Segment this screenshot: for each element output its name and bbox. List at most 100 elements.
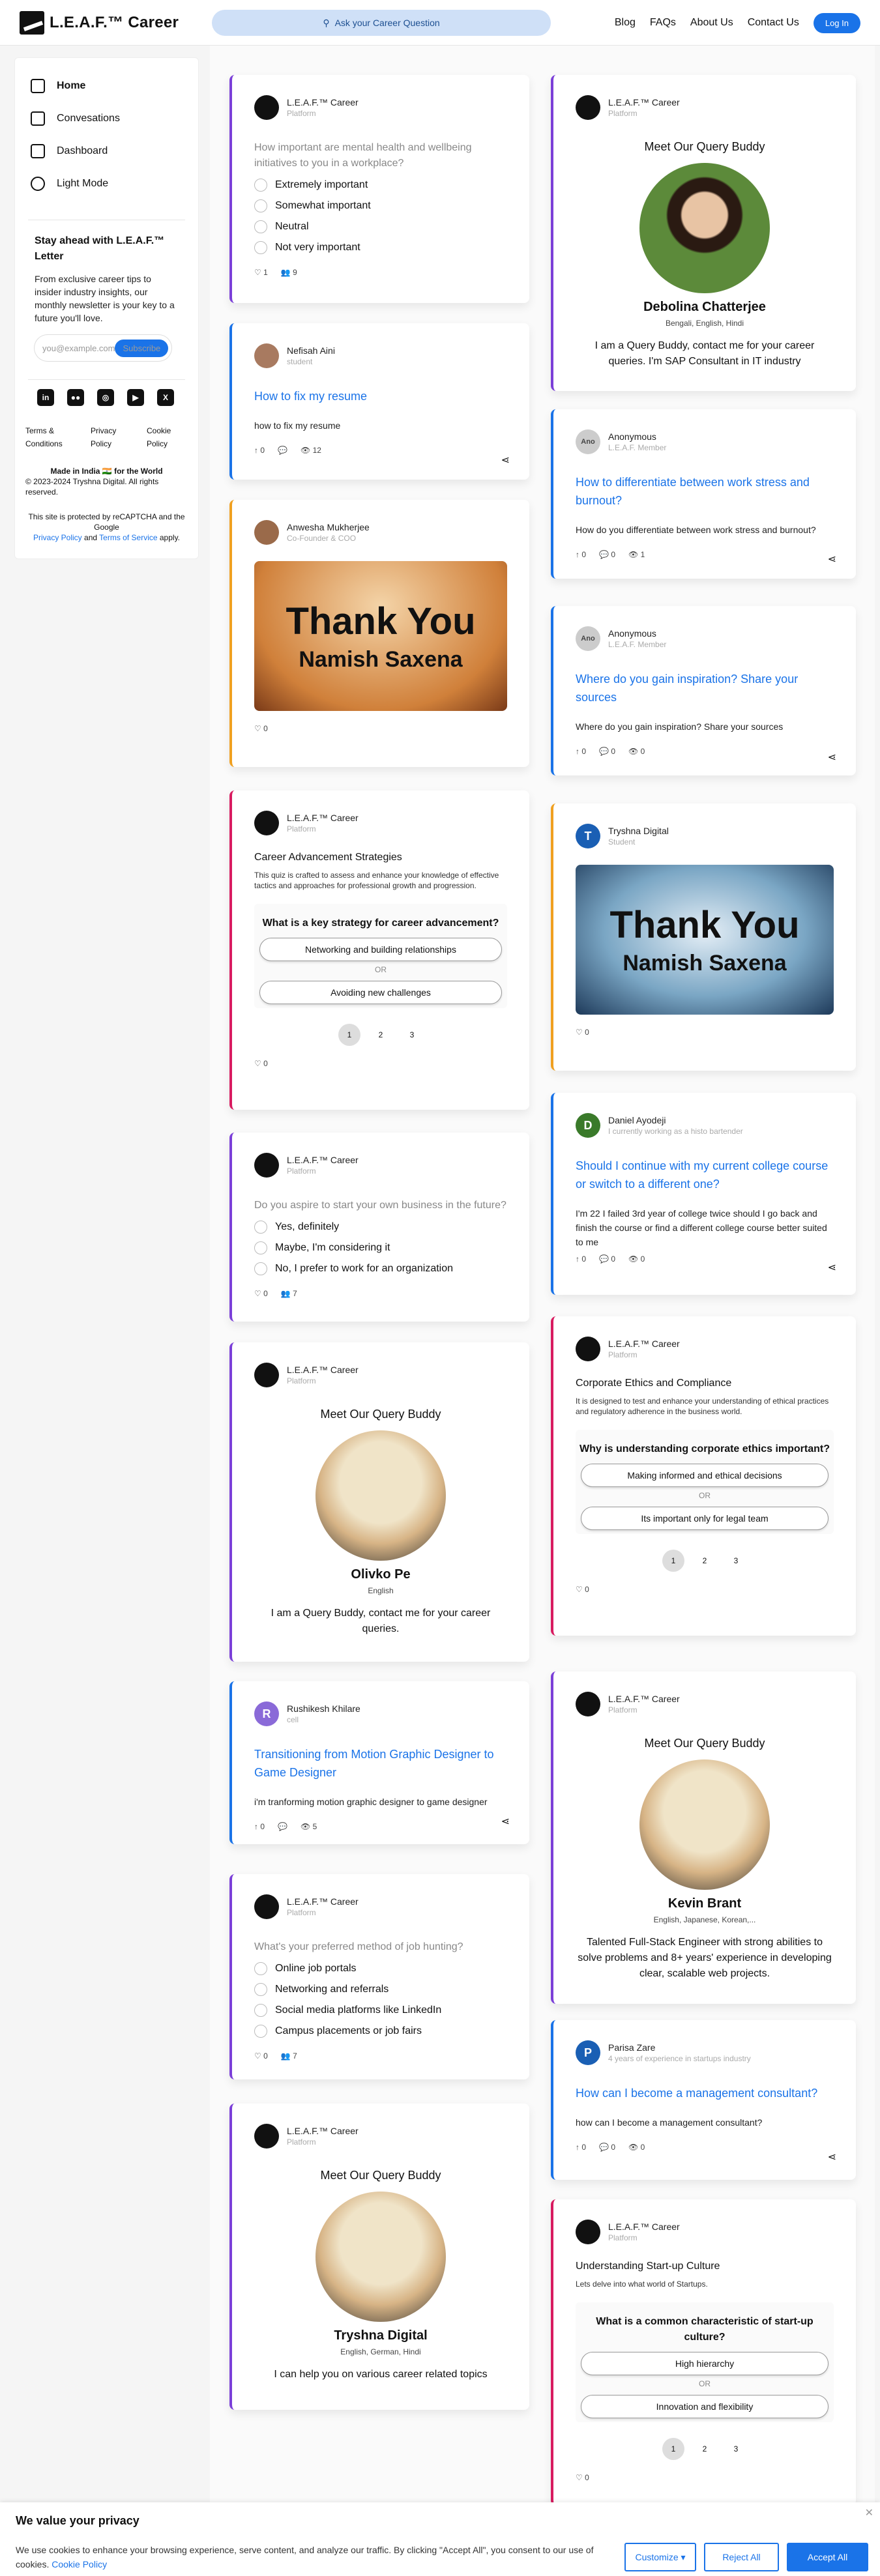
poll-option[interactable]: Networking and referrals (254, 1982, 507, 1997)
poll-option[interactable]: No, I prefer to work for an organization (254, 1262, 507, 1276)
upvote-button[interactable]: ↑ 0 (576, 550, 586, 559)
page-button[interactable]: 3 (725, 2438, 747, 2460)
poll-option[interactable]: Not very important (254, 240, 507, 255)
question-card[interactable]: Ano Anonymous L.E.A.F. Member How to diffe… (551, 409, 856, 579)
question-title[interactable]: How to fix my resume (254, 387, 507, 405)
share-icon[interactable]: ⋖ (501, 454, 510, 467)
subscribe-button[interactable]: Subscribe (115, 339, 169, 357)
query-buddy-card[interactable]: L.E.A.F.™ Career Platform Meet Our Query … (551, 1672, 856, 2004)
page-button[interactable]: 2 (370, 1024, 392, 1046)
poll-option[interactable]: Neutral (254, 220, 507, 234)
question-card[interactable]: R Rushikesh Khilare cell Transitioning fro… (229, 1681, 529, 1844)
comment-icon[interactable]: 💬 0 (599, 2143, 615, 2152)
like-button[interactable]: ♡ 0 (254, 1059, 268, 1068)
poll-option[interactable]: Extremely important (254, 178, 507, 192)
sidebar-item-conversations[interactable]: Convesations (15, 102, 198, 135)
query-buddy-card[interactable]: L.E.A.F.™ Career Platform Meet Our Query … (229, 1342, 529, 1662)
x-icon[interactable]: X (157, 389, 174, 406)
question-card[interactable]: D Daniel Ayodeji I currently working as a … (551, 1093, 856, 1295)
sidebar-item-label: Light Mode (57, 178, 109, 189)
quiz-option[interactable]: Making informed and ethical decisions (581, 1464, 829, 1487)
upvote-button[interactable]: ↑ 0 (576, 747, 586, 756)
question-title[interactable]: How can I become a management consultant… (576, 2084, 834, 2102)
upvote-button[interactable]: ↑ 0 (254, 1822, 265, 1831)
share-icon[interactable]: ⋖ (828, 553, 836, 566)
instagram-icon[interactable]: ◎ (97, 389, 114, 406)
share-icon[interactable]: ⋖ (501, 1815, 510, 1828)
query-buddy-card[interactable]: L.E.A.F.™ Career Platform Meet Our Query … (551, 75, 856, 391)
page-button[interactable]: 2 (694, 1550, 716, 1572)
upvote-button[interactable]: ↑ 0 (254, 446, 265, 455)
like-button[interactable]: ♡ 0 (254, 1289, 268, 1298)
comment-icon[interactable]: 💬 0 (599, 550, 615, 559)
poll-option[interactable]: Campus placements or job fairs (254, 2024, 507, 2038)
quiz-option[interactable]: Innovation and flexibility (581, 2395, 829, 2418)
medium-icon[interactable]: ●● (67, 389, 84, 406)
google-privacy-link[interactable]: Privacy Policy (33, 533, 82, 542)
sidebar-item-label: Convesations (57, 113, 120, 124)
like-button[interactable]: ♡ 0 (576, 1585, 589, 1594)
comment-icon[interactable]: 💬 0 (599, 1254, 615, 1264)
question-card[interactable]: P Parisa Zare 4 years of experience in sta… (551, 2020, 856, 2180)
privacy-link[interactable]: Privacy Policy (91, 424, 121, 450)
reject-all-button[interactable]: Reject All (704, 2543, 779, 2571)
page-button[interactable]: 3 (401, 1024, 423, 1046)
share-icon[interactable]: ⋖ (828, 751, 836, 764)
share-icon[interactable]: ⋖ (828, 1261, 836, 1274)
question-title[interactable]: Where do you gain inspiration? Share you… (576, 670, 834, 706)
question-title[interactable]: Should I continue with my current colleg… (576, 1157, 834, 1193)
nav-faqs[interactable]: FAQs (650, 17, 676, 29)
login-button[interactable]: Log In (813, 12, 860, 33)
google-terms-link[interactable]: Terms of Service (99, 533, 157, 542)
like-button[interactable]: ♡ 0 (576, 1028, 589, 1037)
sidebar-item-home[interactable]: Home (15, 70, 198, 102)
like-button[interactable]: ♡ 0 (576, 2473, 589, 2482)
accept-all-button[interactable]: Accept All (787, 2543, 868, 2571)
question-card[interactable]: Nefisah Aini student How to fix my resume… (229, 323, 529, 480)
poll-option[interactable]: Somewhat important (254, 199, 507, 213)
query-buddy-card[interactable]: L.E.A.F.™ Career Platform Meet Our Query … (229, 2104, 529, 2410)
cookie-link[interactable]: Cookie Policy (147, 424, 177, 450)
question-card[interactable]: Ano Anonymous L.E.A.F. Member Where do you… (551, 606, 856, 775)
question-title[interactable]: Transitioning from Motion Graphic Design… (254, 1745, 507, 1782)
like-button[interactable]: ♡ 0 (254, 724, 268, 733)
ask-question-button[interactable]: ⚲ Ask your Career Question (212, 10, 551, 36)
site-logo[interactable]: L.E.A.F.™ Career (20, 11, 179, 35)
nav-about-us[interactable]: About Us (690, 17, 733, 29)
like-button[interactable]: ♡ 0 (254, 2051, 268, 2061)
quiz-option[interactable]: Its important only for legal team (581, 1507, 829, 1530)
page-button[interactable]: 3 (725, 1550, 747, 1572)
page-button[interactable]: 2 (694, 2438, 716, 2460)
page-button[interactable]: 1 (662, 1550, 684, 1572)
youtube-icon[interactable]: ▶ (127, 389, 144, 406)
poll-option[interactable]: Social media platforms like LinkedIn (254, 2003, 507, 2018)
email-field[interactable]: you@example.com (42, 343, 115, 353)
question-title[interactable]: How to differentiate between work stress… (576, 473, 834, 510)
poll-option[interactable]: Maybe, I'm considering it (254, 1241, 507, 1255)
upvote-button[interactable]: ↑ 0 (576, 1254, 586, 1264)
quiz-option[interactable]: Avoiding new challenges (259, 981, 502, 1004)
nav-blog[interactable]: Blog (615, 17, 636, 29)
image-post-card: Anwesha Mukherjee Co-Founder & COO Thank … (229, 500, 529, 767)
sidebar-item-dashboard[interactable]: Dashboard (15, 135, 198, 167)
like-button[interactable]: ♡ 1 (254, 268, 268, 277)
quiz-option[interactable]: Networking and building relationships (259, 938, 502, 961)
customize-button[interactable]: Customize ▾ (624, 2543, 696, 2571)
left-sidebar: Home Convesations Dashboard Light Mode S… (14, 57, 199, 559)
comment-icon[interactable]: 💬 0 (599, 747, 615, 756)
nav-contact-us[interactable]: Contact Us (748, 17, 799, 29)
cookie-policy-link[interactable]: Cookie Policy (51, 2559, 107, 2569)
sidebar-item-light-mode[interactable]: Light Mode (15, 167, 198, 200)
page-button[interactable]: 1 (662, 2438, 684, 2460)
poll-option[interactable]: Yes, definitely (254, 1220, 507, 1234)
share-icon[interactable]: ⋖ (828, 2150, 836, 2164)
page-button[interactable]: 1 (338, 1024, 360, 1046)
quiz-option[interactable]: High hierarchy (581, 2352, 829, 2375)
upvote-button[interactable]: ↑ 0 (576, 2143, 586, 2152)
close-icon[interactable]: ✕ (865, 2506, 873, 2519)
comment-icon[interactable]: 💬 (278, 1822, 287, 1831)
linkedin-icon[interactable]: in (37, 389, 54, 406)
terms-link[interactable]: Terms & Conditions (25, 424, 65, 450)
poll-option[interactable]: Online job portals (254, 1961, 507, 1976)
comment-icon[interactable]: 💬 (278, 446, 287, 455)
